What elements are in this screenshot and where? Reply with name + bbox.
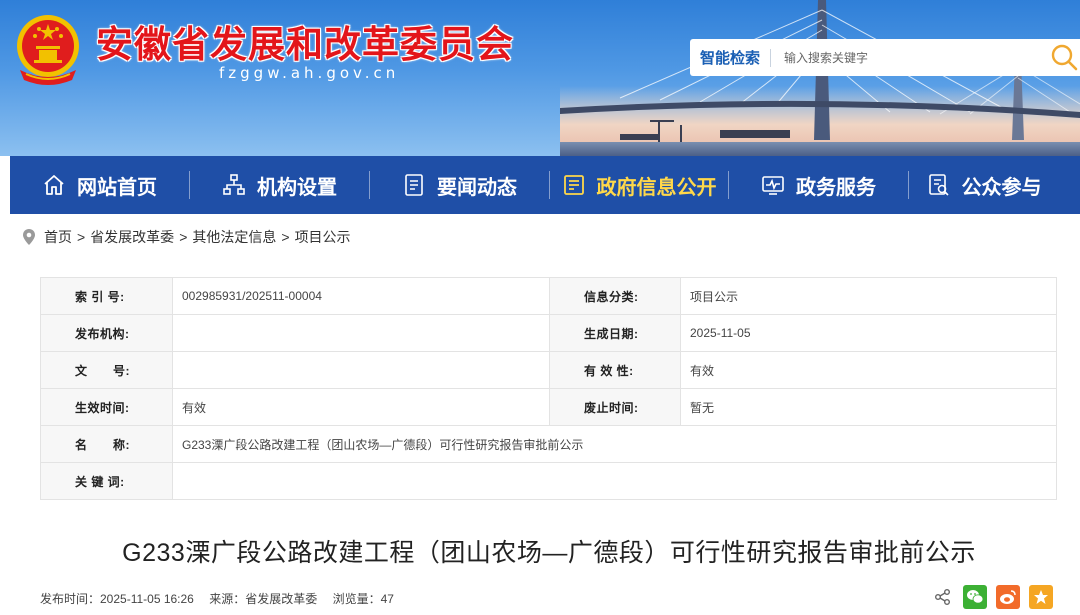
doc-name-label: 名称:: [40, 425, 173, 463]
validity-label: 有 效 性:: [549, 351, 681, 389]
nav-item-organization[interactable]: 机构设置: [190, 156, 369, 214]
site-title: 安徽省发展和改革委员会: [96, 24, 514, 65]
gov-info-icon: [563, 175, 584, 195]
home-icon: [44, 175, 64, 195]
index-label: 索 引 号:: [40, 277, 173, 315]
nav-item-news[interactable]: 要闻动态: [370, 156, 549, 214]
main-nav: 网站首页 机构设置 要闻动态 政府信息公开 政务服务 公众参与: [10, 156, 1080, 214]
effective-date-label: 生效时间:: [40, 388, 173, 426]
publisher-value: [172, 314, 550, 352]
breadcrumb-separator: >: [281, 229, 290, 245]
national-emblem-icon: [17, 15, 79, 85]
breadcrumb-separator: >: [77, 229, 86, 245]
breadcrumb-commission[interactable]: 省发展改革委: [90, 227, 174, 247]
weibo-icon: [1000, 590, 1016, 604]
abolish-date-label: 废止时间:: [549, 388, 681, 426]
table-row: 索 引 号: 002985931/202511-00004 信息分类: 项目公示: [40, 277, 1057, 315]
table-row: 发布机构: 生成日期: 2025-11-05: [40, 314, 1057, 352]
breadcrumb-project-notice[interactable]: 项目公示: [295, 227, 351, 247]
header-banner: 安徽省发展和改革委员会 fzggw.ah.gov.cn 智能检索: [0, 0, 1080, 156]
index-value: 002985931/202511-00004: [172, 277, 550, 315]
bridge-illustration: [560, 0, 1080, 142]
abolish-date-value: 暂无: [680, 388, 1057, 426]
keywords-value: [172, 462, 1057, 500]
search-label: 智能检索: [700, 50, 761, 67]
table-row: 名称: G233溧广段公路改建工程（团山农场—广德段）可行性研究报告审批前公示: [40, 425, 1057, 463]
location-pin-icon: [23, 229, 35, 245]
doc-number-label: 文号:: [40, 351, 173, 389]
article-title: G233溧广段公路改建工程（团山农场—广德段）可行性研究报告审批前公示: [122, 539, 976, 567]
site-domain: fzggw.ah.gov.cn: [219, 64, 400, 82]
nav-item-home[interactable]: 网站首页: [10, 156, 189, 214]
effective-date-value: 有效: [172, 388, 550, 426]
nav-label: 政务服务: [796, 176, 876, 199]
article-source: 来源：省发展改革委: [209, 592, 318, 606]
article-meta: 发布时间：2025-11-05 16:26 来源：省发展改革委 浏览量：47: [40, 590, 406, 607]
nav-label: 要闻动态: [437, 176, 517, 199]
view-count: 浏览量：47: [332, 592, 394, 606]
breadcrumb-other-info[interactable]: 其他法定信息: [192, 227, 276, 247]
service-monitor-icon: [762, 176, 784, 195]
search-bar: 智能检索: [690, 39, 1080, 76]
breadcrumb: 首页 > 省发展改革委 > 其他法定信息 > 项目公示: [22, 227, 351, 247]
publisher-label: 发布机构:: [40, 314, 173, 352]
nav-item-services[interactable]: 政务服务: [729, 156, 908, 214]
doc-name-value: G233溧广段公路改建工程（团山农场—广德段）可行性研究报告审批前公示: [172, 425, 1057, 463]
keywords-label: 关 键 词:: [40, 462, 173, 500]
table-row: 生效时间: 有效 废止时间: 暂无: [40, 388, 1057, 426]
breadcrumb-home[interactable]: 首页: [44, 227, 72, 247]
table-row: 关 键 词:: [40, 462, 1057, 500]
share-bar: [934, 585, 1053, 609]
search-icon[interactable]: [1048, 42, 1080, 74]
favorite-button[interactable]: [1029, 585, 1053, 609]
news-icon: [405, 174, 423, 196]
validity-value: 有效: [680, 351, 1057, 389]
publish-time: 发布时间：2025-11-05 16:26: [40, 592, 194, 606]
nav-label: 公众参与: [961, 176, 1042, 199]
doc-number-value: [172, 351, 550, 389]
document-info-table: 索 引 号: 002985931/202511-00004 信息分类: 项目公示…: [40, 277, 1057, 500]
favorite-icon: [1034, 590, 1048, 604]
table-row: 文号: 有 效 性: 有效: [40, 351, 1057, 389]
weibo-share-button[interactable]: [996, 585, 1020, 609]
category-value: 项目公示: [680, 277, 1057, 315]
breadcrumb-separator: >: [179, 229, 188, 245]
nav-item-participation[interactable]: 公众参与: [909, 156, 1059, 214]
date-label: 生成日期:: [549, 314, 681, 352]
search-input[interactable]: [771, 42, 1022, 73]
share-icon[interactable]: [934, 588, 952, 606]
nav-label: 政府信息公开: [596, 176, 717, 199]
date-value: 2025-11-05: [680, 314, 1057, 352]
nav-item-gov-info[interactable]: 政府信息公开: [550, 156, 728, 214]
nav-label: 网站首页: [77, 176, 157, 199]
wechat-share-button[interactable]: [963, 585, 987, 609]
org-chart-icon: [223, 174, 245, 195]
nav-label: 机构设置: [257, 176, 337, 199]
category-label: 信息分类:: [549, 277, 681, 315]
wechat-icon: [967, 590, 984, 604]
participation-icon: [928, 174, 949, 196]
